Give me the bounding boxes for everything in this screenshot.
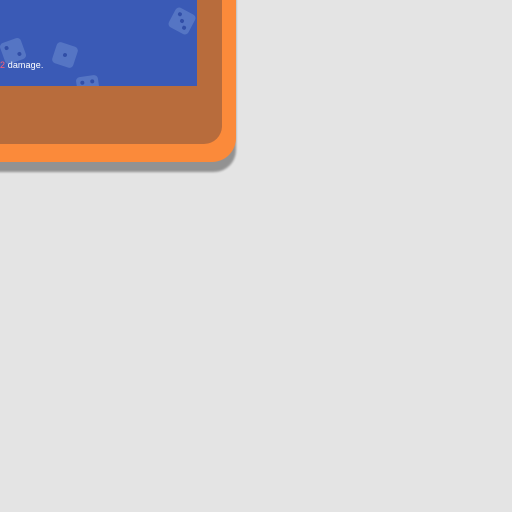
card-body: 2 damage. (0, 0, 222, 144)
dice-icon (75, 74, 101, 86)
ability-card[interactable]: 2 damage. (0, 0, 236, 162)
card-art-panel: 2 damage. (0, 0, 197, 86)
card-description: 2 damage. (0, 60, 43, 70)
damage-suffix: damage. (5, 60, 44, 70)
dice-icon (167, 6, 197, 36)
dice-icon (51, 41, 79, 69)
game-stage: 2 damage. (0, 0, 512, 512)
